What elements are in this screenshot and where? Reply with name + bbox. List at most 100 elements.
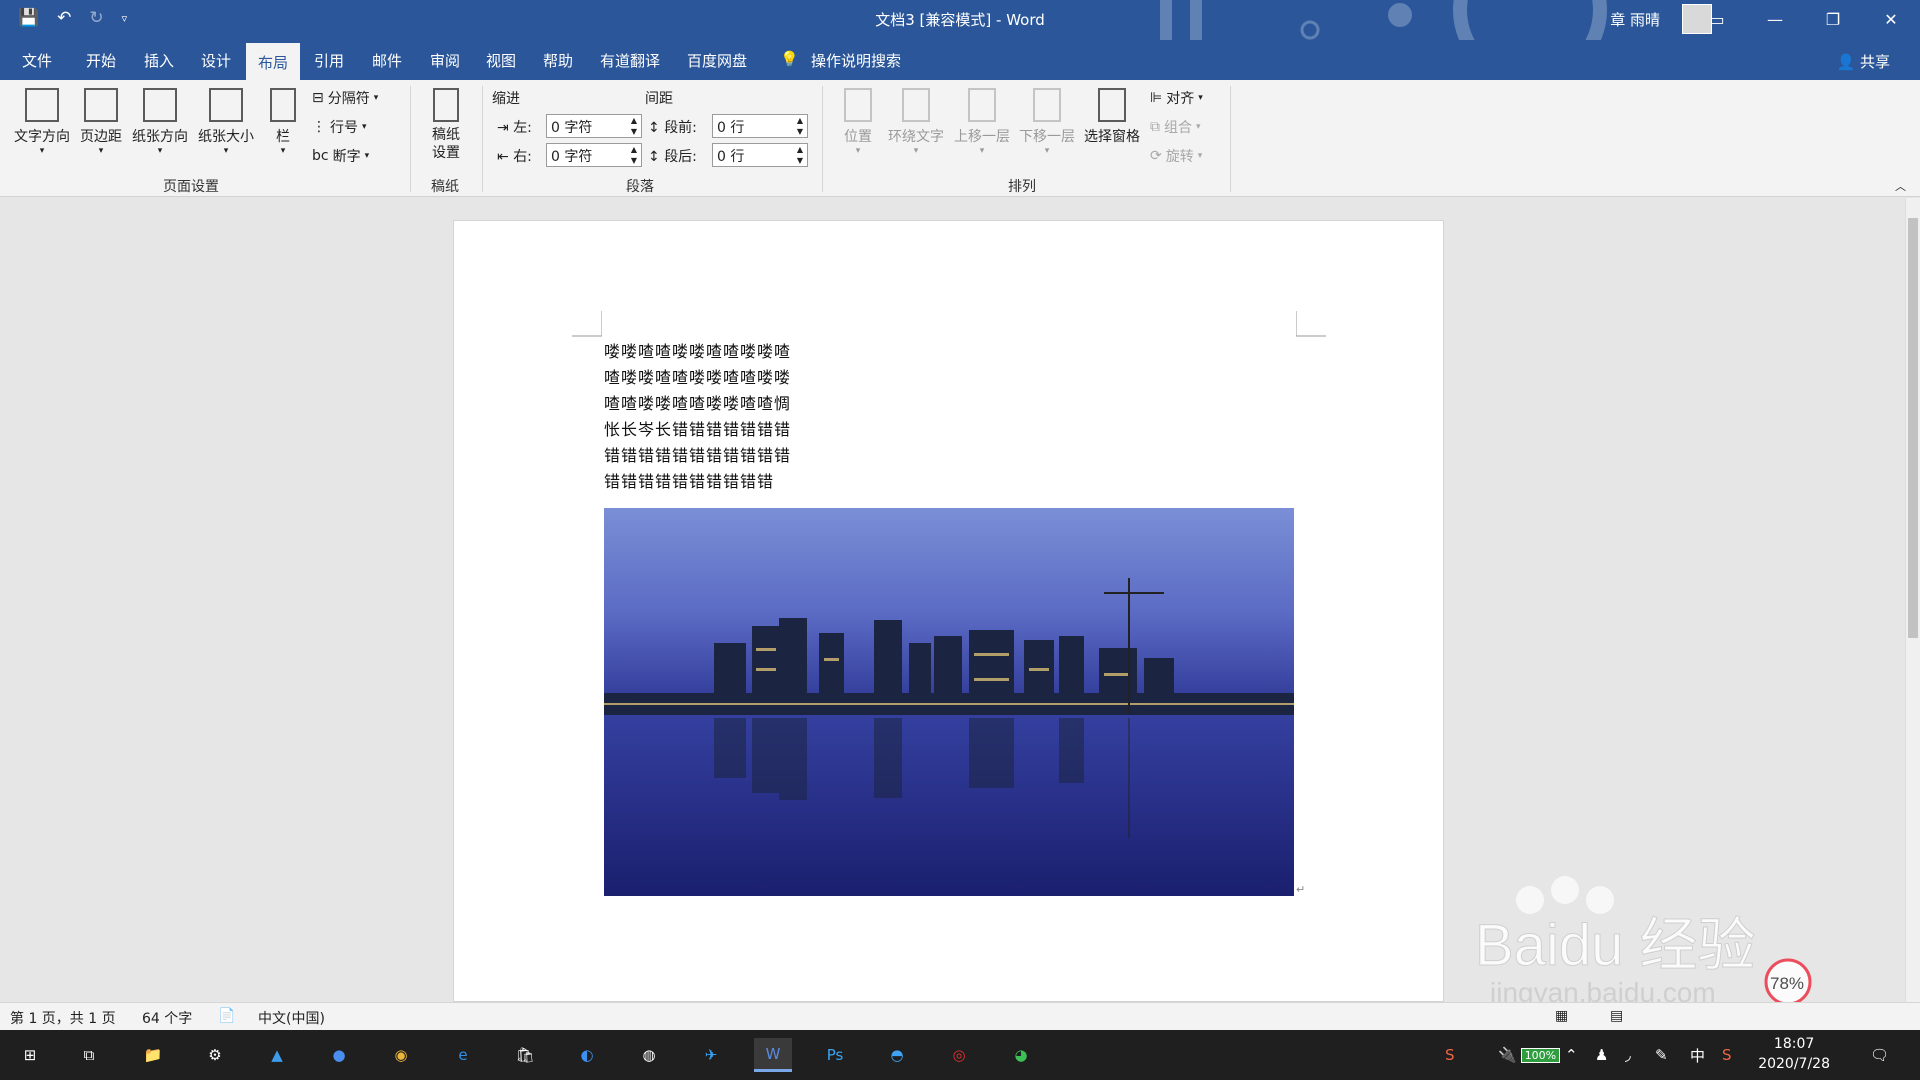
spinner-icon[interactable]: ▲ ▼ — [797, 115, 803, 137]
photos-icon[interactable]: ▲ — [258, 1038, 296, 1072]
lightbulb-icon[interactable]: 💡 — [780, 50, 799, 68]
sogou-icon[interactable]: S — [1445, 1030, 1455, 1080]
vertical-scrollbar[interactable] — [1905, 198, 1920, 1002]
print-layout-icon[interactable]: ▤ — [1610, 1008, 1623, 1024]
tab-layout[interactable]: 布局 — [246, 43, 301, 80]
file-explorer-icon[interactable]: 📁 — [134, 1038, 172, 1072]
tray-app-icon[interactable]: ♟ — [1595, 1030, 1608, 1080]
settings-icon[interactable]: ⚙ — [196, 1038, 234, 1072]
ime-indicator[interactable]: 中 — [1690, 1030, 1705, 1080]
group-objects-button[interactable]: ⧉ 组合 ▾ — [1150, 117, 1201, 137]
pen-icon[interactable]: ✎ — [1655, 1030, 1668, 1080]
wifi-icon[interactable]: ◞ — [1625, 1030, 1631, 1080]
tab-design[interactable]: 设计 — [201, 50, 231, 71]
language[interactable]: 中文(中国) — [258, 1008, 325, 1028]
page-count[interactable]: 第 1 页，共 1 页 — [10, 1008, 116, 1028]
ie-icon[interactable]: e — [444, 1038, 482, 1072]
orientation-icon — [143, 88, 177, 122]
user-name[interactable]: 章 雨晴 — [1610, 9, 1660, 30]
restore-button[interactable]: ❐ — [1804, 0, 1862, 40]
position-button[interactable]: 位置 ▾ — [838, 88, 878, 156]
tab-home[interactable]: 开始 — [86, 50, 116, 71]
margins-button[interactable]: 页边距 ▾ — [76, 88, 126, 156]
breaks-icon: ⊟ — [312, 90, 324, 106]
taskbar: ⊞ ⧉ 📁 ⚙ ▲ ● ◉ e 🛍 ◐ ◍ ✈ W Ps ◓ ◎ ◕ S 🔌 1… — [0, 1030, 1920, 1080]
tab-review[interactable]: 审阅 — [430, 50, 460, 71]
spinner-icon[interactable]: ▲ ▼ — [797, 144, 803, 166]
selection-pane-button[interactable]: 选择窗格 — [1080, 88, 1144, 146]
paragraph-mark: ↵ — [1296, 883, 1306, 896]
orientation-button[interactable]: 纸张方向 ▾ — [128, 88, 192, 156]
indent-right-input[interactable]: 0 字符 ▲ ▼ — [546, 143, 642, 167]
sogou-ime-icon[interactable]: S — [1722, 1030, 1732, 1080]
spinner-icon[interactable]: ▲ ▼ — [631, 144, 637, 166]
clock[interactable]: 18:07 2020/7/28 — [1758, 1034, 1830, 1074]
document-page[interactable]: 喽喽喳喳喽喽喳喳喽喽喳 喳喽喽喳喳喽喽喳喳喽喽 喳喳喽喽喳喳喽喽喳喳惆 怅长岑长… — [453, 220, 1444, 1002]
text-direction-button[interactable]: 文字方向 ▾ — [10, 88, 74, 156]
send-backward-icon — [1033, 88, 1061, 122]
line-numbers-button[interactable]: ⋮ 行号 ▾ — [312, 117, 367, 137]
size-label: 纸张大小 — [198, 129, 254, 145]
arrange-group-label: 排列 — [1008, 179, 1036, 195]
chrome-icon[interactable]: ◉ — [382, 1038, 420, 1072]
size-button[interactable]: 纸张大小 ▾ — [194, 88, 258, 156]
photoshop-icon[interactable]: Ps — [816, 1038, 854, 1072]
selection-pane-icon — [1098, 88, 1126, 122]
send-backward-button[interactable]: 下移一层 ▾ — [1015, 88, 1079, 156]
spacing-before-text: 段前: — [664, 120, 697, 136]
columns-icon — [270, 88, 296, 122]
share-label: 共享 — [1859, 53, 1890, 71]
spacing-after-input[interactable]: 0 行 ▲ ▼ — [712, 143, 808, 167]
close-button[interactable]: ✕ — [1862, 0, 1920, 40]
group-objects-label: 组合 — [1164, 120, 1192, 136]
spacing-before-input[interactable]: 0 行 ▲ ▼ — [712, 114, 808, 138]
tell-me-search[interactable]: 操作说明搜索 — [811, 50, 901, 71]
tab-file[interactable]: 文件 — [22, 50, 52, 71]
word-count[interactable]: 64 个字 — [142, 1008, 192, 1028]
feishu-icon[interactable]: ✈ — [692, 1038, 730, 1072]
tab-view[interactable]: 视图 — [486, 50, 516, 71]
app-icon[interactable]: ◍ — [630, 1038, 668, 1072]
tab-insert[interactable]: 插入 — [144, 50, 174, 71]
bring-forward-button[interactable]: 上移一层 ▾ — [950, 88, 1014, 156]
share-button[interactable]: 👤 共享 — [1837, 51, 1890, 72]
align-button[interactable]: ⊫ 对齐 ▾ — [1150, 88, 1203, 108]
netease-music-icon[interactable]: ◎ — [940, 1038, 978, 1072]
lenovo-icon[interactable]: ● — [320, 1038, 358, 1072]
rotate-button[interactable]: ⟳ 旋转 ▾ — [1150, 146, 1202, 166]
chevron-up-icon[interactable]: ⌃ — [1565, 1030, 1578, 1080]
tab-youdao[interactable]: 有道翻译 — [600, 50, 660, 71]
indent-right-label: ⇤ 右: — [497, 149, 532, 165]
start-icon[interactable]: ⊞ — [11, 1038, 49, 1072]
hyphenation-button[interactable]: bc 断字 ▾ — [312, 146, 369, 166]
tab-baidu-netdisk[interactable]: 百度网盘 — [687, 50, 747, 71]
notification-icon[interactable]: 🗨 — [1870, 1030, 1889, 1080]
minimize-button[interactable]: — — [1746, 0, 1804, 40]
word-icon[interactable]: W — [754, 1038, 792, 1072]
task-view-icon[interactable]: ⧉ — [70, 1038, 108, 1072]
tab-references[interactable]: 引用 — [314, 50, 344, 71]
breaks-button[interactable]: ⊟ 分隔符 ▾ — [312, 88, 378, 108]
breaks-label: 分隔符 — [327, 91, 370, 107]
indent-left-input[interactable]: 0 字符 ▲ ▼ — [546, 114, 642, 138]
proofing-icon[interactable]: 📄 — [218, 1008, 235, 1024]
browser-icon[interactable]: ◐ — [568, 1038, 606, 1072]
columns-button[interactable]: 栏 ▾ — [266, 88, 300, 156]
divider — [1230, 86, 1231, 192]
tab-mailings[interactable]: 邮件 — [372, 50, 402, 71]
ribbon-display-icon[interactable]: ▭ — [1688, 0, 1746, 40]
document-body[interactable]: 喽喽喳喳喽喽喳喳喽喽喳 喳喽喽喳喳喽喽喳喳喽喽 喳喳喽喽喳喳喽喽喳喳惆 怅长岑长… — [604, 339, 814, 495]
battery-indicator[interactable]: 🔌 100% — [1498, 1030, 1561, 1080]
wrap-text-button[interactable]: 环绕文字 ▾ — [884, 88, 948, 156]
spacing-after-text: 段后: — [664, 149, 697, 165]
tab-help[interactable]: 帮助 — [543, 50, 573, 71]
sync-icon[interactable]: ◓ — [878, 1038, 916, 1072]
manuscript-button[interactable]: 稿纸 设置 — [424, 88, 468, 162]
wechat-icon[interactable]: ◕ — [1002, 1038, 1040, 1072]
city-skyline-photo[interactable] — [604, 508, 1294, 896]
store-icon[interactable]: 🛍 — [506, 1038, 544, 1072]
spinner-icon[interactable]: ▲ ▼ — [631, 115, 637, 137]
collapse-ribbon-icon[interactable]: ︿ — [1895, 178, 1906, 194]
read-mode-icon[interactable]: ▦ — [1555, 1008, 1568, 1024]
scrollbar-thumb[interactable] — [1908, 218, 1918, 638]
